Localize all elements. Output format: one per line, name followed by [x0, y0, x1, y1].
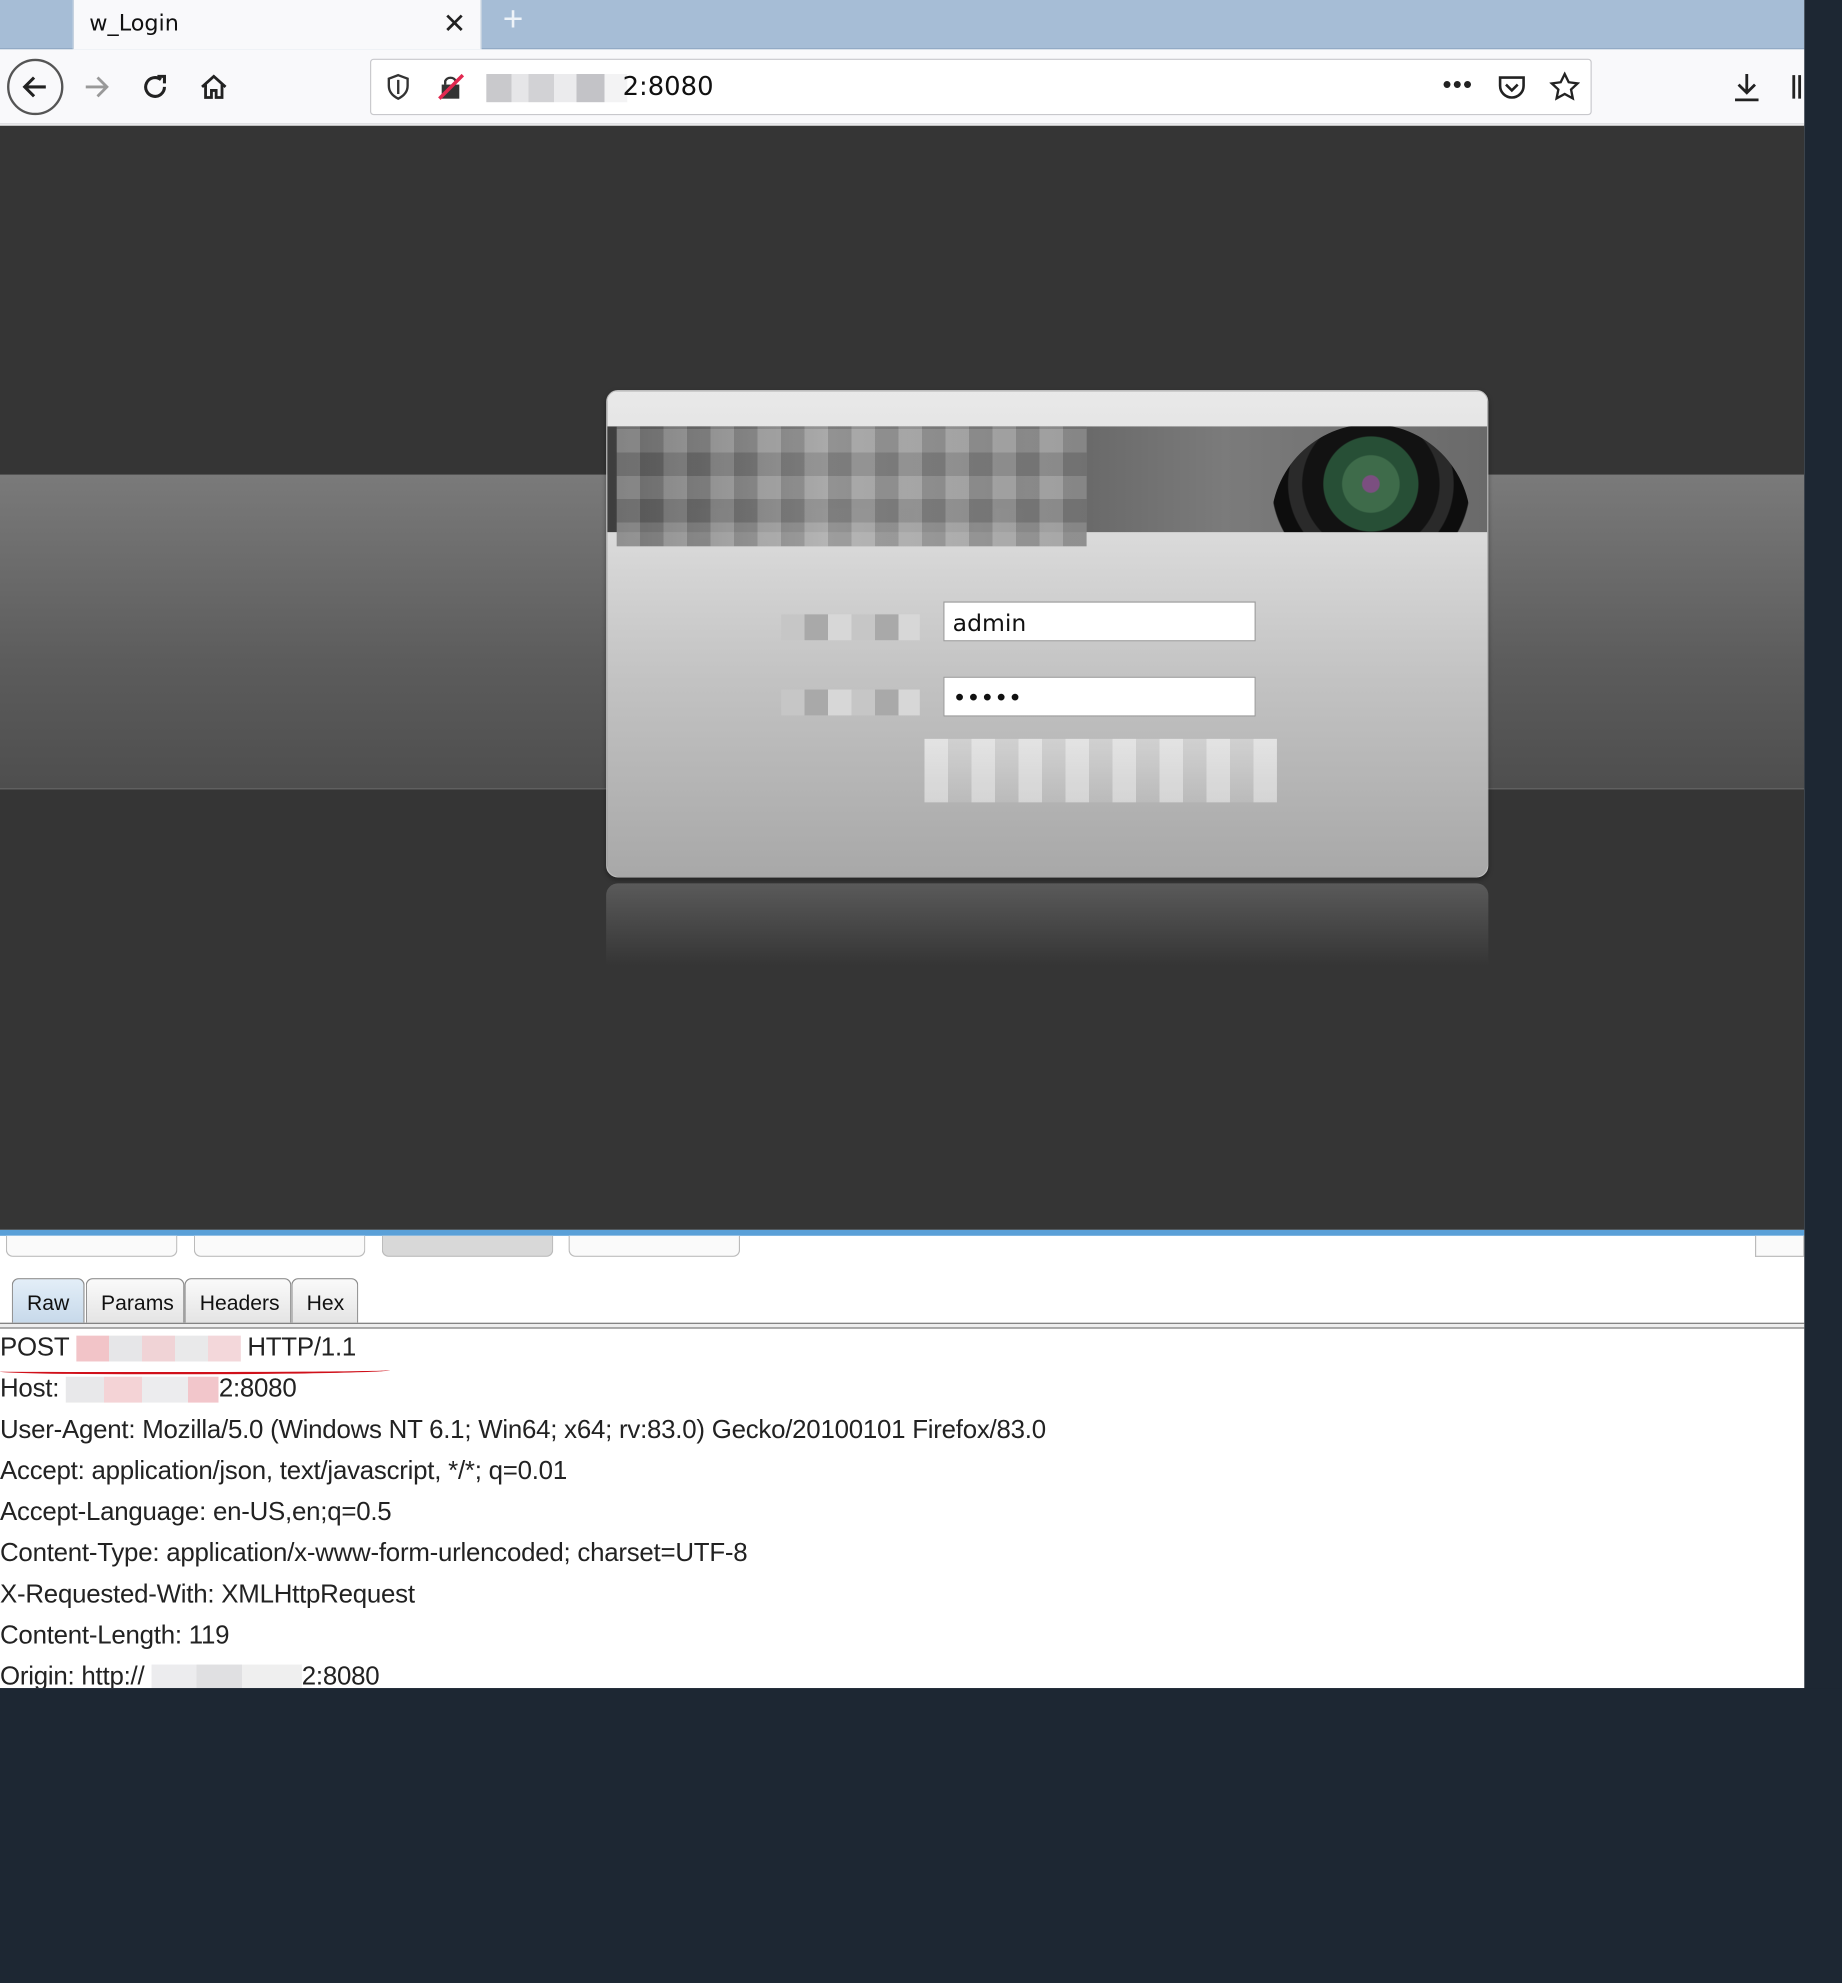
origin-redacted — [151, 1664, 302, 1689]
tab-raw[interactable]: Raw — [11, 1278, 85, 1323]
back-button[interactable] — [7, 58, 64, 116]
url-text: 2:8080 — [622, 72, 714, 103]
username-input[interactable]: admin — [943, 601, 1256, 642]
brand-logo-redacted — [616, 426, 1087, 547]
tab-divider — [0, 1322, 1805, 1329]
window-edge — [1804, 0, 1842, 1689]
origin-port: 2:8080 — [301, 1661, 380, 1689]
browser-tab[interactable]: w_Login ✕ — [72, 0, 482, 50]
request-path-redacted — [75, 1335, 241, 1362]
bookmark-star-icon[interactable] — [1549, 71, 1580, 103]
header-host-label: Host: — [0, 1373, 60, 1403]
burp-upper-control[interactable] — [1755, 1235, 1805, 1257]
url-bar[interactable]: 2:8080 ••• — [370, 58, 1592, 116]
burp-upper-tab[interactable] — [193, 1235, 366, 1257]
download-icon[interactable] — [1732, 70, 1763, 103]
header-user-agent: User-Agent: Mozilla/5.0 (Windows NT 6.1;… — [0, 1414, 1046, 1444]
header-content-type: Content-Type: application/x-www-form-url… — [0, 1537, 748, 1568]
request-method: POST — [0, 1332, 69, 1362]
password-label-redacted — [781, 689, 920, 716]
camera-lens-icon — [1265, 426, 1476, 533]
burp-upper-tab[interactable] — [381, 1235, 554, 1257]
insecure-lock-icon — [438, 73, 465, 100]
library-icon[interactable] — [1790, 73, 1804, 101]
home-button[interactable] — [186, 59, 242, 115]
header-origin-label: Origin: http:// — [0, 1661, 145, 1689]
header-host: Host: 2:8080 — [0, 1373, 1804, 1414]
page-content: admin ••••• — [0, 125, 1805, 1230]
header-origin: Origin: http:// 2:8080 — [0, 1661, 1804, 1689]
host-redacted — [66, 1376, 219, 1403]
password-input[interactable]: ••••• — [943, 676, 1256, 717]
burp-upper-tab[interactable] — [5, 1235, 178, 1257]
tab-params[interactable]: Params — [85, 1278, 185, 1323]
browser-window: w_Login ✕ + 2:8080 ••• admin ••••• Raw P… — [0, 0, 1805, 1689]
page-actions-icon[interactable]: ••• — [1443, 69, 1474, 100]
burp-request-panel: Raw Params Headers Hex POST HTTP/1.1 Hos… — [0, 1229, 1805, 1689]
request-line: POST HTTP/1.1 — [0, 1332, 1804, 1375]
host-port: 2:8080 — [218, 1373, 297, 1403]
burp-upper-tabs — [0, 1235, 1805, 1257]
header-x-requested-with: X-Requested-With: XMLHttpRequest — [0, 1578, 415, 1609]
tab-headers[interactable]: Headers — [184, 1278, 292, 1323]
tab-bar: w_Login ✕ + — [0, 0, 1805, 50]
close-icon[interactable]: ✕ — [443, 7, 467, 41]
header-content-length: Content-Length: 119 — [0, 1619, 230, 1650]
password-value: ••••• — [952, 683, 1022, 712]
burp-upper-tab[interactable] — [568, 1235, 741, 1257]
panel-reflection — [606, 883, 1489, 966]
shield-icon — [387, 73, 409, 100]
tab-title: w_Login — [89, 10, 179, 37]
forward-button[interactable] — [68, 59, 124, 115]
home-icon — [201, 74, 227, 99]
tab-hex[interactable]: Hex — [291, 1278, 359, 1323]
url-host-redacted — [486, 74, 628, 103]
username-label-redacted — [781, 614, 920, 641]
header-accept-language: Accept-Language: en-US,en;q=0.5 — [0, 1496, 392, 1526]
new-tab-icon[interactable]: + — [503, 0, 524, 40]
request-text[interactable]: POST HTTP/1.1 Host: 2:8080 User-Agent: M… — [0, 1332, 1804, 1689]
reload-button[interactable] — [127, 59, 183, 115]
login-button-redacted[interactable] — [924, 738, 1277, 803]
navigation-bar: 2:8080 ••• — [0, 49, 1805, 125]
pocket-icon[interactable] — [1497, 73, 1528, 101]
login-panel: admin ••••• — [606, 390, 1489, 878]
reload-icon — [144, 74, 166, 98]
arrow-right-icon — [85, 76, 109, 98]
username-value: admin — [952, 608, 1027, 637]
http-version: HTTP/1.1 — [247, 1332, 357, 1362]
arrow-left-icon — [22, 76, 46, 98]
header-accept: Accept: application/json, text/javascrip… — [0, 1455, 567, 1485]
